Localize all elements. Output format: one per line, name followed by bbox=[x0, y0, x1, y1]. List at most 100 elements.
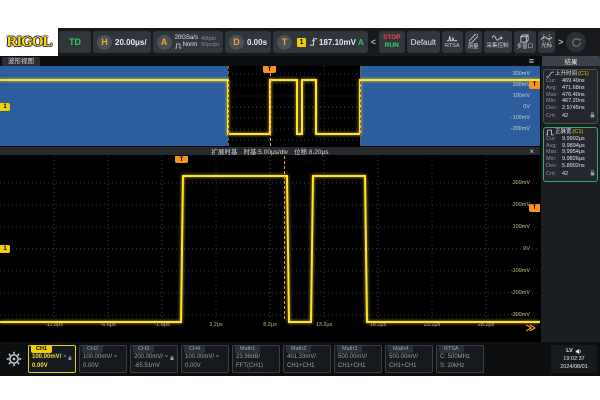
measurement-card-rise-time[interactable]: 上升时间(C1) Cur:469.40nsAvg:471.68nsMax:476… bbox=[543, 69, 598, 124]
channel-status-bar: CH1100.00mV/=0.00VCH2100.00mV/=0.00VCH32… bbox=[0, 342, 600, 376]
measurement-card-positive-width[interactable]: 正脉宽(C1) Cur:9.9902μsAvg:9.9894μsMax:9.99… bbox=[543, 127, 598, 182]
channel-box-math2[interactable]: Math2401.33mV/CH1+CH1 bbox=[283, 345, 331, 373]
channel-box-ch3[interactable]: CH3200.00mV/=-65.51mV bbox=[130, 345, 178, 373]
bandwidth-icon: = bbox=[114, 353, 117, 362]
voltage-label: -100mV bbox=[494, 268, 530, 274]
multi-window-button[interactable]: 多窗口 bbox=[514, 31, 537, 53]
cursor-label: 光标 bbox=[541, 42, 552, 50]
acquire-control-label: 采集控制 bbox=[487, 42, 509, 50]
main-ch1-ground-marker[interactable]: 1 bbox=[0, 103, 10, 111]
voltage-label: 200mV bbox=[494, 82, 530, 88]
measurement-row: Avg:471.68ns bbox=[546, 85, 595, 92]
measurement-row: Min:9.9826μs bbox=[546, 156, 595, 163]
channel-tab: Math1 bbox=[235, 346, 260, 353]
default-button[interactable]: Default bbox=[407, 31, 440, 53]
channel-offset: CH1+CH1 bbox=[389, 362, 429, 371]
zoom-waveform-window[interactable]: T 1 T 300mV200mV100mV0V-100mV-200mV-300m… bbox=[0, 156, 540, 342]
rigol-logo: RIGOL bbox=[0, 28, 58, 56]
horizontal-button[interactable]: H 20.00μs/ bbox=[93, 31, 151, 53]
zoom-offset: 位移:8.20μs bbox=[294, 146, 328, 156]
bandwidth-icon: = bbox=[165, 353, 168, 362]
zoom-window-header[interactable]: 扩展时基 时基:5.00μs/div 位移:8.20μs × bbox=[0, 146, 540, 156]
channel-box-rtsa[interactable]: RTSAC: 500MHzS: 20kHz bbox=[436, 345, 484, 373]
measurement-source: (C1) bbox=[573, 129, 584, 136]
run-label: RUN bbox=[385, 42, 399, 50]
channel-offset: CH1+CH1 bbox=[338, 362, 378, 371]
rtsa-button[interactable]: RTSA bbox=[442, 31, 463, 53]
ruler-icon bbox=[469, 34, 478, 43]
window-menu-icon[interactable]: ≡ bbox=[529, 57, 534, 66]
expand-chevron-icon[interactable]: > bbox=[556, 37, 565, 47]
channel-tab: CH1 bbox=[31, 346, 52, 353]
channel-offset: CH1+CH1 bbox=[287, 362, 327, 371]
acquire-control-button[interactable]: 采集控制 bbox=[484, 31, 512, 53]
auto-setup-button[interactable] bbox=[566, 32, 586, 52]
acquire-mode-button[interactable]: TD bbox=[59, 31, 91, 53]
multi-window-label: 多窗口 bbox=[517, 43, 534, 51]
channel-box-ch4[interactable]: CH4100.00mV/=0.00V bbox=[181, 345, 229, 373]
trigger-button[interactable]: T 1 187.10mV A bbox=[273, 31, 368, 53]
main-trigger-position-flag[interactable]: T bbox=[263, 66, 276, 73]
delay-value: 0.00s bbox=[247, 38, 267, 47]
measure-button[interactable]: 测量 bbox=[465, 31, 482, 53]
zoom-region-left-edge[interactable] bbox=[228, 66, 229, 146]
default-label: Default bbox=[411, 38, 436, 47]
zoom-ch1-ground-marker[interactable]: 1 bbox=[0, 245, 10, 253]
settings-button[interactable] bbox=[3, 345, 25, 373]
main-waveform-window[interactable]: T 1 T 300mV200mV100mV0V-100mV-200mV bbox=[0, 66, 540, 146]
main-trigger-level-marker[interactable]: T bbox=[529, 81, 540, 89]
zoom-cursor-line bbox=[284, 156, 285, 319]
measurement-row: Min:467.20ns bbox=[546, 98, 595, 105]
channel-box-ch1[interactable]: CH1100.00mV/=0.00V bbox=[28, 345, 76, 373]
channel-box-math1[interactable]: Math123.98dB/FFT(CH1) bbox=[232, 345, 280, 373]
measurement-name: 正脉宽 bbox=[555, 129, 572, 136]
bandwidth-icon: = bbox=[216, 353, 219, 362]
lock-icon bbox=[68, 355, 72, 361]
t-icon: T bbox=[277, 35, 292, 50]
channel-offset: 0.00V bbox=[185, 362, 225, 371]
rtsa-label: RTSA bbox=[445, 42, 460, 50]
channel-offset: 0.00V bbox=[32, 362, 72, 371]
run-stop-button[interactable]: STOP RUN bbox=[379, 31, 405, 53]
voltage-label: 0V bbox=[494, 246, 530, 252]
expand-menu-icon[interactable]: ≫ bbox=[526, 323, 536, 334]
channel-offset: -65.51mV bbox=[134, 362, 174, 371]
channel-scale: 500.00mV/ bbox=[389, 353, 429, 362]
measurement-source: (C1) bbox=[578, 71, 589, 78]
collapse-chevron-icon[interactable]: < bbox=[369, 37, 378, 47]
results-panel-header[interactable]: 结果 bbox=[542, 56, 600, 66]
trigger-level: 187.10mV bbox=[319, 38, 356, 47]
channel-box-math3[interactable]: Math3500.00mV/CH1+CH1 bbox=[334, 345, 382, 373]
delay-button[interactable]: D 0.00s bbox=[225, 31, 271, 53]
channel-tab: CH4 bbox=[184, 346, 205, 353]
waveform-area: T 1 T 300mV200mV100mV0V-100mV-200mV 扩展时基… bbox=[0, 66, 540, 342]
system-status-box[interactable]: LV 19:02:37 2024/08/01 bbox=[551, 345, 597, 373]
channel-offset: FFT(CH1) bbox=[236, 362, 276, 371]
top-toolbar: RIGOL TD H 20.00μs/ A 20GSa/s Norm 4Mpts… bbox=[0, 28, 600, 56]
channel-scale: 100.00mV/= bbox=[83, 353, 123, 362]
zoom-region-right-edge[interactable] bbox=[360, 66, 361, 146]
zoom-timebase: 时基:5.00μs/div bbox=[243, 146, 288, 156]
channel-tab: CH2 bbox=[82, 346, 103, 353]
voltage-label: 300mV bbox=[494, 71, 530, 77]
channel-scale: 500.00mV/ bbox=[338, 353, 378, 362]
acq-mode: Norm bbox=[183, 42, 198, 49]
main-area: T 1 T 300mV200mV100mV0V-100mV-200mV 扩展时基… bbox=[0, 66, 600, 342]
channel-box-math4[interactable]: Math4500.00mV/CH1+CH1 bbox=[385, 345, 433, 373]
channel-box-ch2[interactable]: CH2100.00mV/=0.00V bbox=[79, 345, 127, 373]
cursor-button[interactable]: 光标 bbox=[538, 31, 555, 53]
zoom-title: 扩展时基 bbox=[211, 146, 237, 156]
zoom-trigger-position-flag[interactable]: T bbox=[175, 156, 188, 163]
lock-icon bbox=[590, 170, 595, 176]
a-icon: A bbox=[157, 35, 172, 50]
pulse-width-icon bbox=[546, 129, 554, 136]
measurement-row: Max:9.9954μs bbox=[546, 149, 595, 156]
channel-scale: 23.98dB/ bbox=[236, 353, 276, 362]
channel-tab: Math2 bbox=[286, 346, 311, 353]
measure-label: 测量 bbox=[468, 43, 479, 51]
acquisition-button[interactable]: A 20GSa/s Norm 4Mpts 50ps/pt bbox=[153, 31, 223, 53]
trigger-source-badge: 1 bbox=[297, 38, 306, 47]
tab-waveform-view[interactable]: 波形视图 bbox=[2, 57, 40, 66]
voltage-label: -200mV bbox=[494, 290, 530, 296]
zoom-trigger-level-marker[interactable]: T bbox=[529, 204, 540, 212]
